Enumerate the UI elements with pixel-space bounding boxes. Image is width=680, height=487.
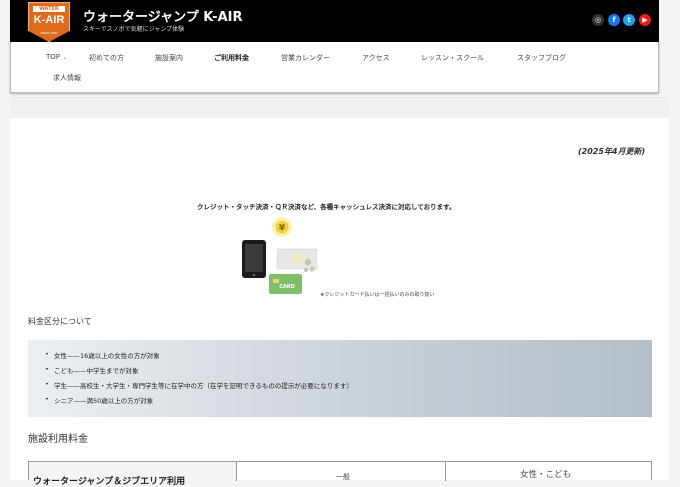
logo-top-text: WATER JUMP: [33, 6, 65, 18]
cash-icon: [276, 248, 318, 270]
chevron-down-icon: ⌄: [62, 54, 68, 61]
facility-price-heading: 施設利用料金: [28, 434, 88, 445]
price-table: ウォータージャンプ＆ジブエリア利用 一般 女性・こども: [28, 461, 652, 487]
site-header: WATER JUMP K-AIR SINCE 1987 ウォータージャンプ K-…: [10, 0, 659, 42]
smartphone-icon: [242, 240, 266, 278]
nav-item-lessons[interactable]: レッスン・スクール: [421, 53, 484, 63]
credit-card-icon: CARD: [269, 274, 302, 294]
nav-item-label: TOP: [46, 53, 61, 61]
category-item-kids: こども——中学生までが対象: [45, 365, 138, 375]
main-content: [10, 118, 669, 480]
site-logo[interactable]: WATER JUMP K-AIR SINCE 1987: [28, 2, 70, 42]
breadcrumb-bar: [10, 97, 669, 119]
site-title[interactable]: ウォータージャンプ K-AIR: [83, 6, 242, 25]
nav-item-recruit[interactable]: 求人情報: [53, 73, 81, 83]
card-label: CARD: [279, 284, 295, 290]
main-nav: TOP ⌄ 初めての方 施設案内 ご利用料金 営業カレンダー アクセス レッスン…: [10, 42, 659, 93]
cashless-payment-illustration: ¥ CARD: [242, 217, 318, 294]
logo-main-text: K-AIR: [33, 14, 65, 26]
site-tagline: スキーでスノボで気軽にジャンプ体験: [83, 26, 185, 33]
updated-date: (2025年4月更新): [578, 147, 646, 156]
nav-item-calendar[interactable]: 営業カレンダー: [281, 53, 330, 63]
category-item-seniors: シニア——満50歳以上の方が対象: [45, 395, 153, 405]
yen-coin-icon: ¥: [272, 217, 292, 237]
table-col-general: 一般: [336, 473, 350, 481]
nav-item-access[interactable]: アクセス: [362, 53, 390, 63]
nav-item-pricing[interactable]: ご利用料金: [214, 53, 249, 63]
instagram-icon[interactable]: ◎: [592, 14, 604, 26]
nav-item-staff-blog[interactable]: スタッフブログ: [517, 53, 566, 63]
nav-item-first-time[interactable]: 初めての方: [89, 53, 124, 63]
twitter-icon[interactable]: t: [623, 14, 635, 26]
logo-bottom-text: SINCE 1987: [40, 31, 58, 35]
category-item-students: 学生——高校生・大学生・専門学生等に在学中の方（在学を証明できるものの提示が必要…: [45, 380, 353, 390]
nav-item-top[interactable]: TOP ⌄: [46, 53, 67, 61]
category-heading: 料金区分について: [28, 317, 92, 326]
category-item-women: 女性——16歳以上の女性の方が対象: [45, 350, 160, 360]
payment-notice: クレジット・タッチ決済・ＱＲ決済など、各種キャッシュレス決済に対応しております。: [197, 203, 456, 211]
category-list-box: 女性——16歳以上の女性の方が対象 こども——中学生までが対象 学生——高校生・…: [28, 340, 652, 417]
yen-symbol: ¥: [279, 224, 286, 234]
youtube-icon[interactable]: ▶: [639, 14, 651, 26]
table-row-label: ウォータージャンプ＆ジブエリア利用: [33, 477, 186, 487]
facebook-icon[interactable]: f: [608, 14, 620, 26]
table-col-women-kids: 女性・こども: [520, 470, 572, 480]
nav-item-facilities[interactable]: 施設案内: [155, 53, 183, 63]
credit-card-note: ★クレジットカード払いは一括払いのみの取り扱い: [320, 292, 435, 298]
